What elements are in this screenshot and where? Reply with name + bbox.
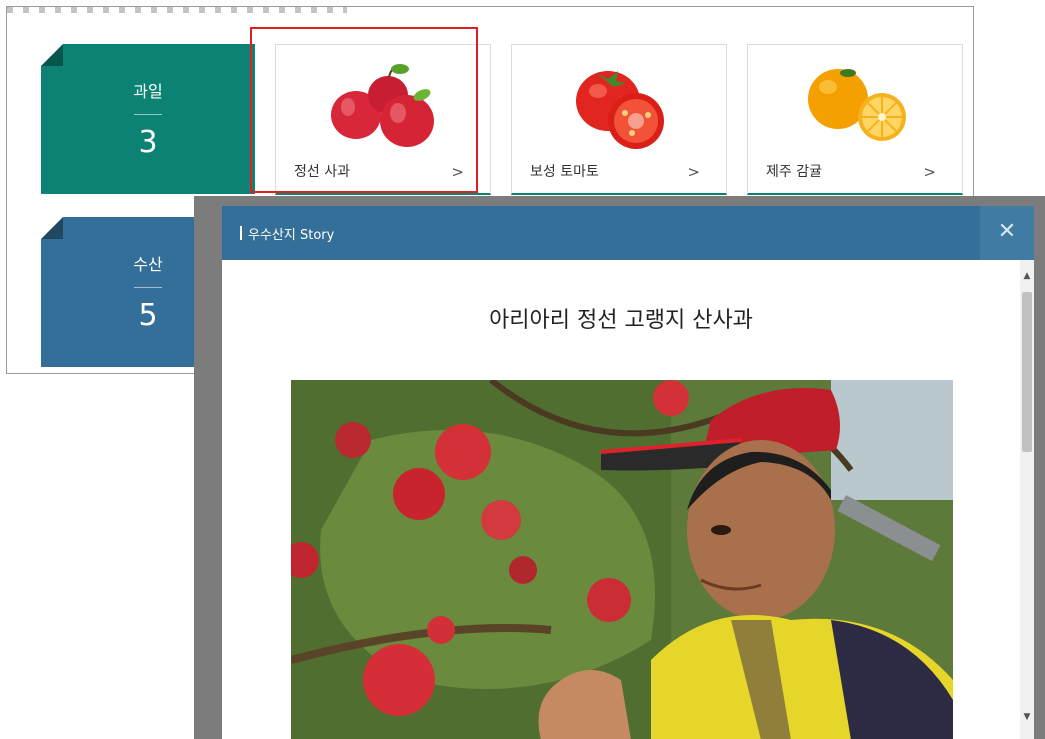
product-card-tomato[interactable]: 보성 토마토 > (511, 44, 727, 195)
divider (134, 114, 162, 115)
product-card-tangerine[interactable]: 제주 감귤 > (747, 44, 963, 195)
farmer-orchard-photo (291, 380, 953, 739)
category-count: 3 (138, 125, 158, 160)
apple-image (276, 55, 490, 155)
tomato-image (512, 55, 726, 155)
divider (134, 287, 162, 288)
story-heading: 아리아리 정선 고랭지 산사과 (489, 308, 753, 333)
title-bar-marker (240, 226, 242, 240)
category-name: 과일 (133, 82, 163, 101)
modal-header: 우수산지 Story ✕ (222, 206, 1034, 260)
scroll-down-icon[interactable]: ▼ (1020, 709, 1034, 725)
product-name: 제주 감귤 (766, 164, 822, 180)
close-icon[interactable]: ✕ (980, 206, 1034, 260)
product-card-apple[interactable]: 정선 사과 > (275, 44, 491, 195)
chevron-right-icon: > (687, 163, 700, 181)
modal-title: 우수산지 Story (248, 228, 335, 243)
tangerine-image (748, 55, 962, 155)
vertical-scrollbar[interactable]: ▲ ▼ (1020, 260, 1034, 739)
chevron-right-icon: > (451, 163, 464, 181)
modal-body: 아리아리 정선 고랭지 산사과 (222, 260, 1020, 739)
category-fruit[interactable]: 과일 3 (41, 44, 255, 194)
scrollbar-thumb[interactable] (1022, 292, 1032, 452)
scroll-up-icon[interactable]: ▲ (1020, 268, 1034, 284)
chevron-right-icon: > (923, 163, 936, 181)
product-name: 정선 사과 (294, 164, 350, 180)
product-name: 보성 토마토 (530, 164, 599, 180)
story-modal: 우수산지 Story ✕ 아리아리 정선 고랭지 산사과 ▲ ▼ (222, 206, 1034, 739)
blurred-header-text (7, 7, 347, 13)
